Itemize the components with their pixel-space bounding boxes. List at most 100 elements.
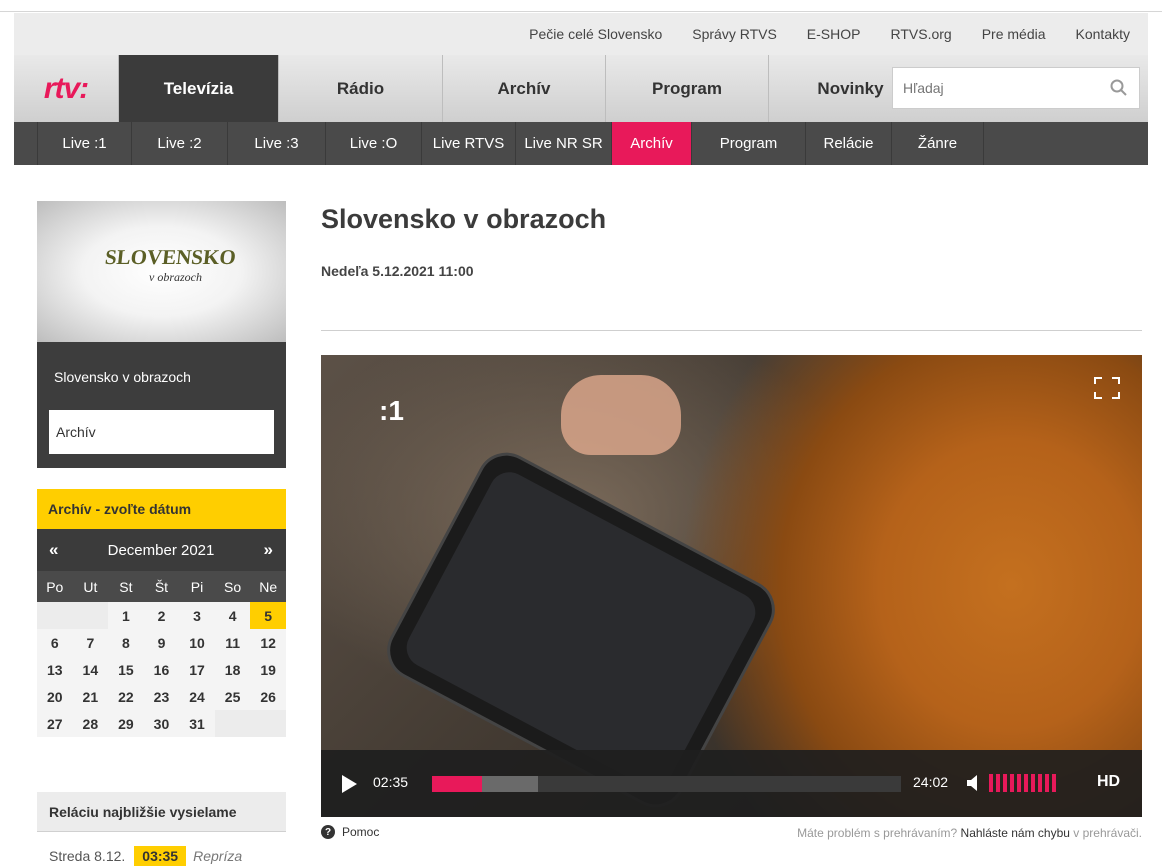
calendar-day[interactable]: 23 (143, 683, 180, 710)
calendar-day[interactable]: 4 (214, 602, 251, 629)
calendar-day[interactable]: 16 (143, 656, 180, 683)
calendar-day[interactable]: 20 (37, 683, 73, 710)
calendar-day[interactable]: 17 (179, 656, 215, 683)
subtab-rel-cie[interactable]: Relácie (806, 122, 892, 165)
show-thumbnail[interactable]: SLOVENSKO v obrazoch (37, 201, 286, 342)
calendar-weekdays: Po Ut St Št Pi So Ne (37, 571, 286, 602)
help-link[interactable]: ? Pomoc (321, 825, 379, 839)
calendar-day[interactable]: 14 (72, 656, 109, 683)
player-controls: 02:35 24:02 HD (321, 750, 1142, 817)
calendar-week: 12345 (37, 602, 286, 629)
calendar-day[interactable]: 12 (250, 629, 286, 656)
logo-text: rtv: (43, 71, 89, 105)
volume-bar (1024, 774, 1028, 792)
calendar-day[interactable]: 10 (179, 629, 215, 656)
tab-telev-zia[interactable]: Televízia (118, 55, 278, 122)
calendar-day[interactable]: 13 (37, 656, 73, 683)
utility-bar: Pečie celé Slovensko Správy RTVS E-SHOP RTV… (14, 13, 1148, 55)
volume-icon[interactable] (967, 774, 981, 792)
calendar-day[interactable]: 31 (179, 710, 215, 737)
next-month-button[interactable]: » (264, 540, 273, 560)
subtab-arch-v[interactable]: Archív (612, 122, 692, 165)
calendar-empty-cell (214, 710, 251, 737)
help-label: Pomoc (342, 825, 380, 839)
show-name[interactable]: Slovensko v obrazoch (54, 369, 191, 385)
subtab-live-rtvs[interactable]: Live RTVS (422, 122, 516, 165)
volume-slider[interactable] (989, 774, 1056, 792)
calendar-week: 6 7 8 9 10 11 12 (37, 629, 286, 656)
calendar-day[interactable]: 25 (214, 683, 251, 710)
calendar-day[interactable]: 1 (108, 602, 144, 629)
calendar-day[interactable]: 26 (250, 683, 286, 710)
search-icon[interactable] (1109, 78, 1129, 98)
help-icon: ? (321, 825, 335, 839)
calendar-empty-cell (72, 602, 109, 629)
weekday-label: Ne (250, 571, 286, 602)
subtab-live-nr-sr[interactable]: Live NR SR (516, 122, 612, 165)
calendar-week: 20 21 22 23 24 25 26 (37, 683, 286, 710)
weekday-label: So (214, 571, 251, 602)
volume-bar (996, 774, 1000, 792)
calendar-day[interactable]: 30 (143, 710, 180, 737)
calendar-day[interactable]: 11 (214, 629, 251, 656)
calendar-day[interactable]: 27 (37, 710, 73, 737)
utility-links: Pečie celé Slovensko Správy RTVS E-SHOP RTV… (499, 13, 1130, 55)
calendar-day[interactable]: 22 (108, 683, 144, 710)
calendar-day[interactable]: 6 (37, 629, 73, 656)
calendar-day[interactable]: 3 (179, 602, 215, 629)
video-player[interactable]: :1 02:35 24:02 HD (321, 355, 1142, 817)
calendar-day[interactable]: 18 (214, 656, 251, 683)
calendar-day[interactable]: 2 (143, 602, 180, 629)
utility-link[interactable]: RTVS.org (890, 26, 951, 42)
report-problem: Máte problém s prehrávaním? Nahláste nám… (797, 826, 1142, 840)
subtab-live-2[interactable]: Live :2 (132, 122, 228, 165)
search-box (892, 67, 1140, 109)
subtab-live-1[interactable]: Live :1 (38, 122, 132, 165)
calendar-day[interactable]: 5 (250, 602, 286, 629)
volume-bar (1010, 774, 1014, 792)
subtab-live-o[interactable]: Live :O (326, 122, 422, 165)
calendar-day[interactable]: 29 (108, 710, 144, 737)
calendar-day[interactable]: 7 (72, 629, 109, 656)
calendar-day[interactable]: 15 (108, 656, 144, 683)
subtab-program[interactable]: Program (692, 122, 806, 165)
fullscreen-icon[interactable] (1094, 377, 1120, 399)
calendar-day[interactable]: 24 (179, 683, 215, 710)
utility-link[interactable]: Pečie celé Slovensko (529, 26, 662, 42)
calendar-day[interactable]: 8 (108, 629, 144, 656)
calendar-day[interactable]: 9 (143, 629, 180, 656)
utility-link[interactable]: Kontakty (1076, 26, 1130, 42)
seek-bar[interactable] (432, 776, 901, 792)
volume-bar (989, 774, 993, 792)
play-icon[interactable] (342, 775, 357, 793)
prev-month-button[interactable]: « (49, 540, 58, 560)
calendar-empty-cell (250, 710, 286, 737)
calendar-week: 13 14 15 16 17 18 19 (37, 656, 286, 683)
hd-toggle[interactable]: HD (1097, 773, 1120, 791)
utility-link[interactable]: Správy RTVS (692, 26, 777, 42)
volume-bar (1017, 774, 1021, 792)
main-tabs: Televízia Rádio Archív Program Novinky (118, 55, 932, 122)
subtab-live-3[interactable]: Live :3 (228, 122, 326, 165)
rtv-logo[interactable]: rtv: (14, 55, 118, 122)
sub-nav: Live :1 Live :2 Live :3 Live :O Live RTVS Liv… (14, 122, 1148, 165)
calendar-day[interactable]: 21 (72, 683, 109, 710)
problem-text: Máte problém s prehrávaním? (797, 826, 958, 840)
archive-link[interactable]: Archív (49, 410, 274, 454)
current-time: 02:35 (373, 774, 409, 790)
main-nav: rtv: Televízia Rádio Archív Program Novinky (14, 55, 1148, 122)
tab-arch-v[interactable]: Archív (442, 55, 605, 122)
calendar-month-bar: « December 2021 » (37, 529, 286, 571)
utility-link[interactable]: E-SHOP (807, 26, 861, 42)
calendar-day[interactable]: 19 (250, 656, 286, 683)
tab-r-dio[interactable]: Rádio (278, 55, 442, 122)
utility-link[interactable]: Pre média (982, 26, 1046, 42)
duration: 24:02 (913, 774, 949, 790)
divider (321, 330, 1142, 331)
report-link[interactable]: Nahláste nám chybu (961, 826, 1070, 840)
tab-program[interactable]: Program (605, 55, 768, 122)
calendar-day[interactable]: 28 (72, 710, 109, 737)
top-strip (0, 0, 1162, 12)
subtab--nre[interactable]: Žánre (892, 122, 984, 165)
search-input[interactable] (893, 80, 1103, 96)
